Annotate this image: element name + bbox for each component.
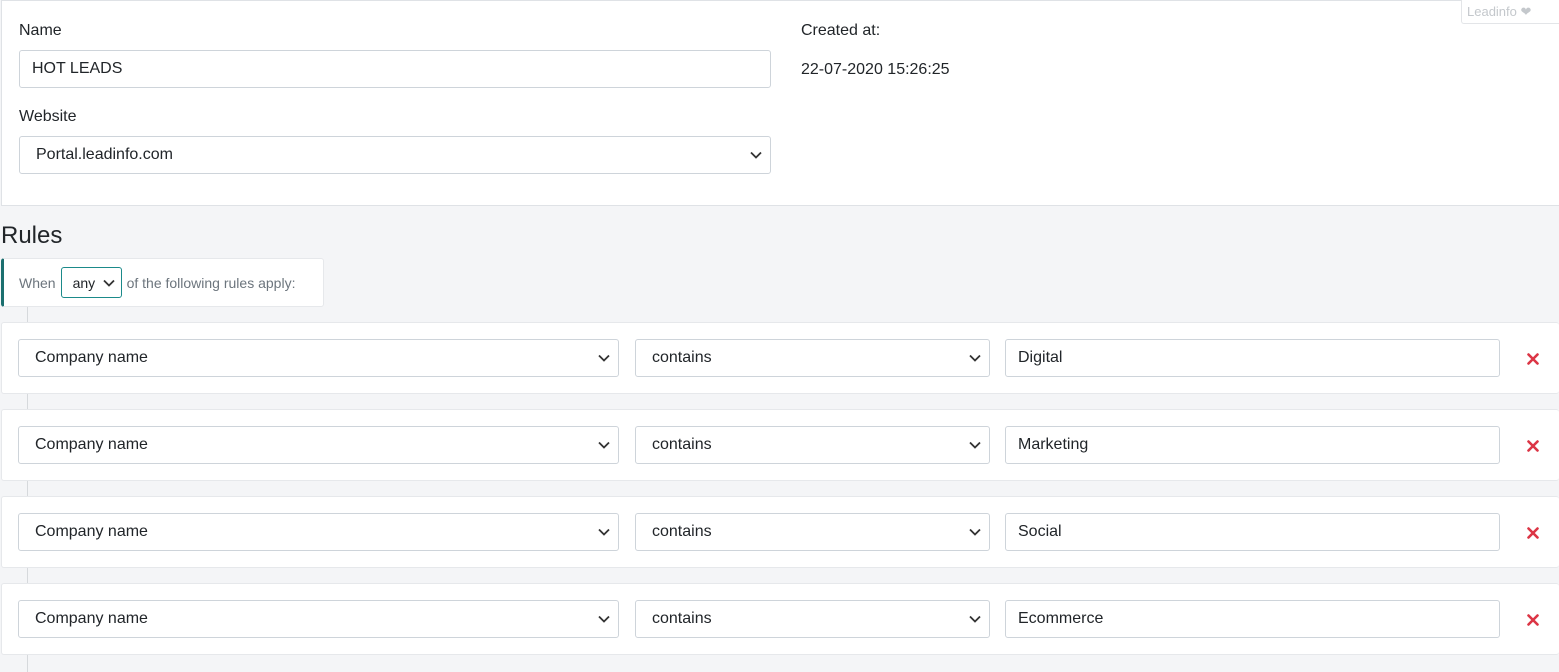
website-label: Website bbox=[19, 108, 77, 125]
rule-row: Company name contains Social bbox=[1, 496, 1559, 568]
chevron-down-icon bbox=[969, 439, 981, 451]
rule-value-text: Digital bbox=[1018, 349, 1063, 366]
rule-operator-select[interactable]: contains bbox=[635, 513, 990, 551]
rule-field-value: Company name bbox=[35, 349, 148, 366]
match-condition: When any of the following rules apply: bbox=[1, 258, 324, 307]
tree-connector bbox=[27, 394, 28, 410]
rule-operator-select[interactable]: contains bbox=[635, 339, 990, 377]
rule-operator-value: contains bbox=[652, 523, 712, 540]
name-input[interactable]: HOT LEADS bbox=[19, 50, 771, 88]
name-input-value: HOT LEADS bbox=[32, 60, 123, 77]
close-icon bbox=[1527, 440, 1539, 452]
rule-operator-select[interactable]: contains bbox=[635, 426, 990, 464]
chevron-down-icon bbox=[598, 526, 610, 538]
match-suffix: of the following rules apply: bbox=[126, 274, 296, 291]
rule-field-value: Company name bbox=[35, 610, 148, 627]
tree-connector bbox=[27, 481, 28, 497]
chevron-down-icon bbox=[750, 149, 762, 161]
created-value: 22-07-2020 15:26:25 bbox=[801, 61, 950, 78]
rule-value-text: Ecommerce bbox=[1018, 610, 1104, 627]
match-select[interactable]: any bbox=[60, 267, 122, 298]
rule-value-input[interactable]: Social bbox=[1005, 513, 1500, 551]
rule-operator-value: contains bbox=[652, 349, 712, 366]
tree-connector bbox=[27, 655, 28, 672]
rule-operator-select[interactable]: contains bbox=[635, 600, 990, 638]
chevron-down-icon bbox=[969, 526, 981, 538]
tree-connector bbox=[27, 568, 28, 584]
match-select-value: any bbox=[72, 274, 96, 291]
name-label: Name bbox=[19, 22, 62, 39]
rule-field-value: Company name bbox=[35, 523, 148, 540]
website-select[interactable]: Portal.leadinfo.com bbox=[19, 136, 771, 174]
chevron-down-icon bbox=[598, 352, 610, 364]
delete-rule-button[interactable] bbox=[1524, 350, 1542, 368]
rule-value-input[interactable]: Digital bbox=[1005, 339, 1500, 377]
rule-field-select[interactable]: Company name bbox=[18, 513, 619, 551]
chevron-down-icon bbox=[969, 613, 981, 625]
rule-field-select[interactable]: Company name bbox=[18, 600, 619, 638]
delete-rule-button[interactable] bbox=[1524, 437, 1542, 455]
rule-field-value: Company name bbox=[35, 436, 148, 453]
rule-operator-value: contains bbox=[652, 436, 712, 453]
rule-value-text: Marketing bbox=[1018, 436, 1089, 453]
rule-field-select[interactable]: Company name bbox=[18, 426, 619, 464]
chevron-down-icon bbox=[102, 277, 115, 289]
chevron-down-icon bbox=[598, 439, 610, 451]
delete-rule-button[interactable] bbox=[1524, 524, 1542, 542]
segment-details-card: Name HOT LEADS Website Portal.leadinfo.c… bbox=[1, 0, 1559, 206]
rule-value-text: Social bbox=[1018, 523, 1062, 540]
match-prefix: When bbox=[19, 274, 56, 291]
close-icon bbox=[1527, 527, 1539, 539]
close-icon bbox=[1527, 353, 1539, 365]
created-label: Created at: bbox=[801, 22, 881, 39]
tree-connector bbox=[27, 307, 28, 323]
rules-title: Rules bbox=[1, 222, 63, 249]
rule-row: Company name contains Digital bbox=[1, 322, 1559, 394]
chevron-down-icon bbox=[598, 613, 610, 625]
rule-field-select[interactable]: Company name bbox=[18, 339, 619, 377]
website-select-value: Portal.leadinfo.com bbox=[36, 146, 173, 163]
leadinfo-badge[interactable]: Leadinfo ❤ bbox=[1461, 0, 1559, 24]
rule-operator-value: contains bbox=[652, 610, 712, 627]
rule-row: Company name contains Marketing bbox=[1, 409, 1559, 481]
close-icon bbox=[1527, 614, 1539, 626]
rule-value-input[interactable]: Marketing bbox=[1005, 426, 1500, 464]
rule-row: Company name contains Ecommerce bbox=[1, 583, 1559, 655]
chevron-down-icon bbox=[969, 352, 981, 364]
rule-value-input[interactable]: Ecommerce bbox=[1005, 600, 1500, 638]
delete-rule-button[interactable] bbox=[1524, 611, 1542, 629]
